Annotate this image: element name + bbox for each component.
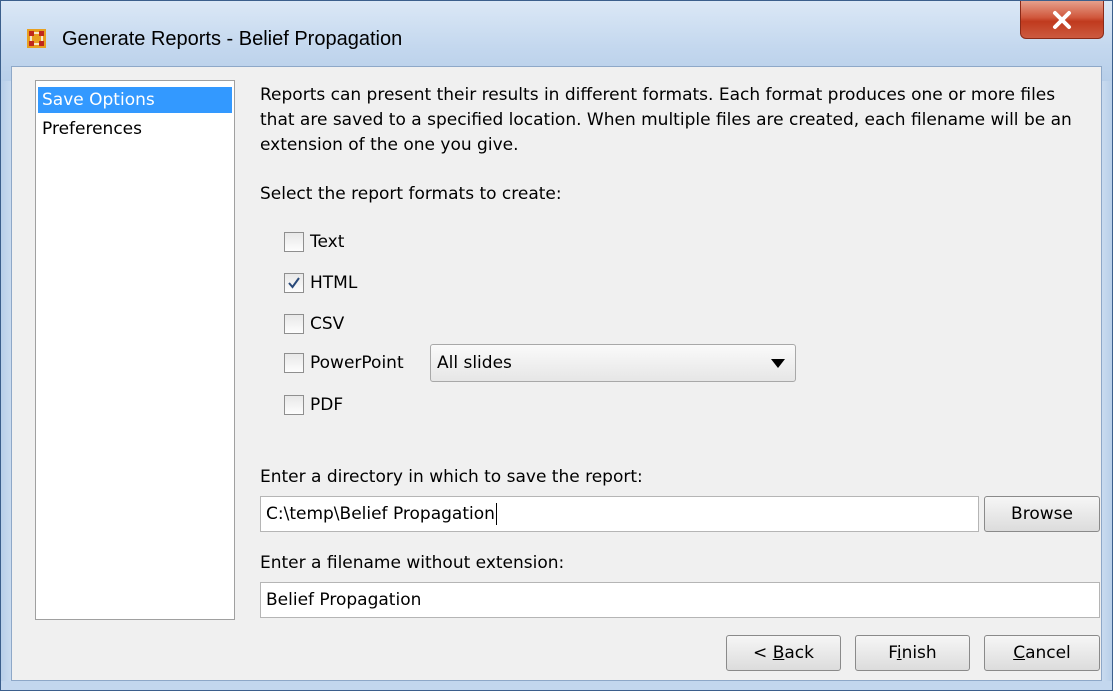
text-label: Text: [310, 232, 345, 252]
html-label: HTML: [310, 273, 358, 293]
powerpoint-label: PowerPoint: [310, 353, 404, 373]
window-frame-bottom: [1, 681, 1112, 690]
format-row-pdf: PDF: [284, 393, 343, 417]
powerpoint-slides-dropdown[interactable]: All slides: [430, 344, 796, 382]
options-nav-list: Save Options Preferences: [35, 80, 235, 620]
back-button[interactable]: < Back: [726, 635, 841, 671]
close-button[interactable]: [1020, 1, 1104, 39]
cancel-button[interactable]: Cancel: [984, 635, 1100, 671]
filename-input[interactable]: Belief Propagation: [260, 582, 1100, 618]
cancel-label: Cancel: [1013, 643, 1071, 663]
text-checkbox[interactable]: [284, 232, 304, 252]
format-row-text: Text: [284, 230, 344, 254]
browse-label: Browse: [1011, 504, 1073, 524]
nav-item-save-options[interactable]: Save Options: [38, 87, 232, 113]
pdf-label: PDF: [310, 395, 344, 415]
html-checkbox[interactable]: [284, 273, 304, 293]
finish-button[interactable]: Finish: [855, 635, 970, 671]
dialog-window: Generate Reports - Belief Propagation Sa…: [0, 0, 1113, 691]
nav-item-preferences[interactable]: Preferences: [38, 116, 232, 142]
window-frame-left: [1, 81, 11, 681]
dropdown-selected-value: All slides: [437, 353, 512, 373]
back-label: < Back: [753, 643, 814, 663]
finish-label: Finish: [888, 643, 937, 663]
csv-checkbox[interactable]: [284, 314, 304, 334]
chevron-down-icon: [771, 359, 785, 368]
format-description: Reports can present their results in dif…: [260, 85, 1072, 155]
directory-prompt: Enter a directory in which to save the r…: [260, 467, 643, 487]
filename-value: Belief Propagation: [266, 590, 422, 610]
window-title: Generate Reports - Belief Propagation: [62, 28, 403, 50]
browse-button[interactable]: Browse: [984, 496, 1100, 532]
format-row-powerpoint: PowerPoint: [284, 351, 404, 375]
directory-value: C:\temp\Belief Propagation: [266, 504, 495, 524]
csv-label: CSV: [310, 314, 345, 334]
app-network-icon: [27, 29, 46, 48]
directory-input[interactable]: C:\temp\Belief Propagation: [260, 496, 979, 532]
window-frame-right: [1102, 81, 1112, 681]
format-row-csv: CSV: [284, 312, 344, 336]
checkmark-icon: [288, 277, 300, 289]
pdf-checkbox[interactable]: [284, 395, 304, 415]
close-icon: [1053, 10, 1071, 29]
filename-prompt: Enter a filename without extension:: [260, 553, 565, 573]
format-row-html: HTML: [284, 271, 357, 295]
formats-prompt: Select the report formats to create:: [260, 184, 562, 204]
text-caret: [495, 503, 497, 525]
powerpoint-checkbox[interactable]: [284, 353, 304, 373]
